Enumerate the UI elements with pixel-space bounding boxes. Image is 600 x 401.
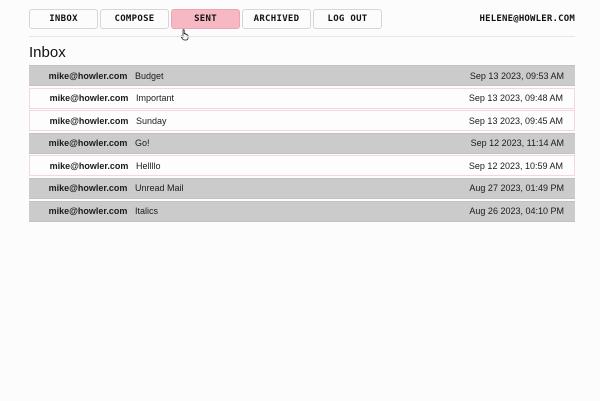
- page-title: Inbox: [29, 44, 66, 61]
- top-nav: INBOX COMPOSE SENT ARCHIVED LOG OUT HELE…: [29, 9, 575, 29]
- email-subject: Budget: [135, 70, 164, 81]
- email-sender: mike@howler.com: [49, 115, 129, 126]
- email-subject: Sunday: [136, 115, 167, 126]
- nav-compose-button[interactable]: COMPOSE: [100, 9, 169, 29]
- email-date: Aug 26 2023, 04:10 PM: [469, 206, 564, 217]
- email-sender: mike@howler.com: [48, 206, 128, 217]
- email-date: Sep 12 2023, 11:14 AM: [470, 138, 564, 149]
- email-list: mike@howler.com Budget Sep 13 2023, 09:53 …: [29, 65, 575, 223]
- email-date: Sep 12 2023, 10:59 AM: [468, 160, 563, 171]
- email-sender: mike@howler.com: [48, 183, 128, 194]
- email-sender: mike@howler.com: [49, 93, 129, 104]
- email-row[interactable]: mike@howler.com Go! Sep 12 2023, 11:14 AM: [29, 132, 575, 154]
- nav-archived-button[interactable]: ARCHIVED: [242, 9, 311, 29]
- email-sender: mike@howler.com: [49, 160, 129, 171]
- email-date: Aug 27 2023, 01:49 PM: [469, 183, 564, 194]
- email-date: Sep 13 2023, 09:53 AM: [469, 70, 564, 81]
- nav-sent-button[interactable]: SENT: [171, 9, 240, 29]
- email-date: Sep 13 2023, 09:48 AM: [468, 93, 563, 104]
- email-subject: Unread Mail: [135, 183, 184, 194]
- email-row[interactable]: mike@howler.com Hellllo Sep 12 2023, 10:59…: [29, 155, 575, 177]
- email-subject: Italics: [135, 206, 159, 217]
- email-sender: mike@howler.com: [48, 70, 128, 81]
- email-row[interactable]: mike@howler.com Unread Mail Aug 27 2023, 0…: [29, 177, 575, 199]
- header-divider: [29, 36, 575, 37]
- email-date: Sep 13 2023, 09:45 AM: [468, 115, 563, 126]
- hand-pointer-icon: [180, 29, 189, 41]
- nav-inbox-button[interactable]: INBOX: [29, 9, 98, 29]
- email-subject: Hellllo: [136, 160, 161, 171]
- email-row[interactable]: mike@howler.com Budget Sep 13 2023, 09:53 …: [29, 65, 575, 86]
- email-row[interactable]: mike@howler.com Important Sep 13 2023, 09:…: [29, 87, 575, 109]
- email-sender: mike@howler.com: [48, 138, 128, 149]
- email-subject: Important: [136, 93, 175, 104]
- email-row[interactable]: mike@howler.com Italics Aug 26 2023, 04:10…: [29, 200, 575, 222]
- email-row[interactable]: mike@howler.com Sunday Sep 13 2023, 09:45 …: [29, 110, 575, 132]
- email-subject: Go!: [135, 138, 150, 149]
- nav-logout-button[interactable]: LOG OUT: [313, 9, 382, 29]
- mail-app: INBOX COMPOSE SENT ARCHIVED LOG OUT HELE…: [0, 0, 600, 401]
- user-email: HELENE@HOWLER.COM: [479, 14, 575, 24]
